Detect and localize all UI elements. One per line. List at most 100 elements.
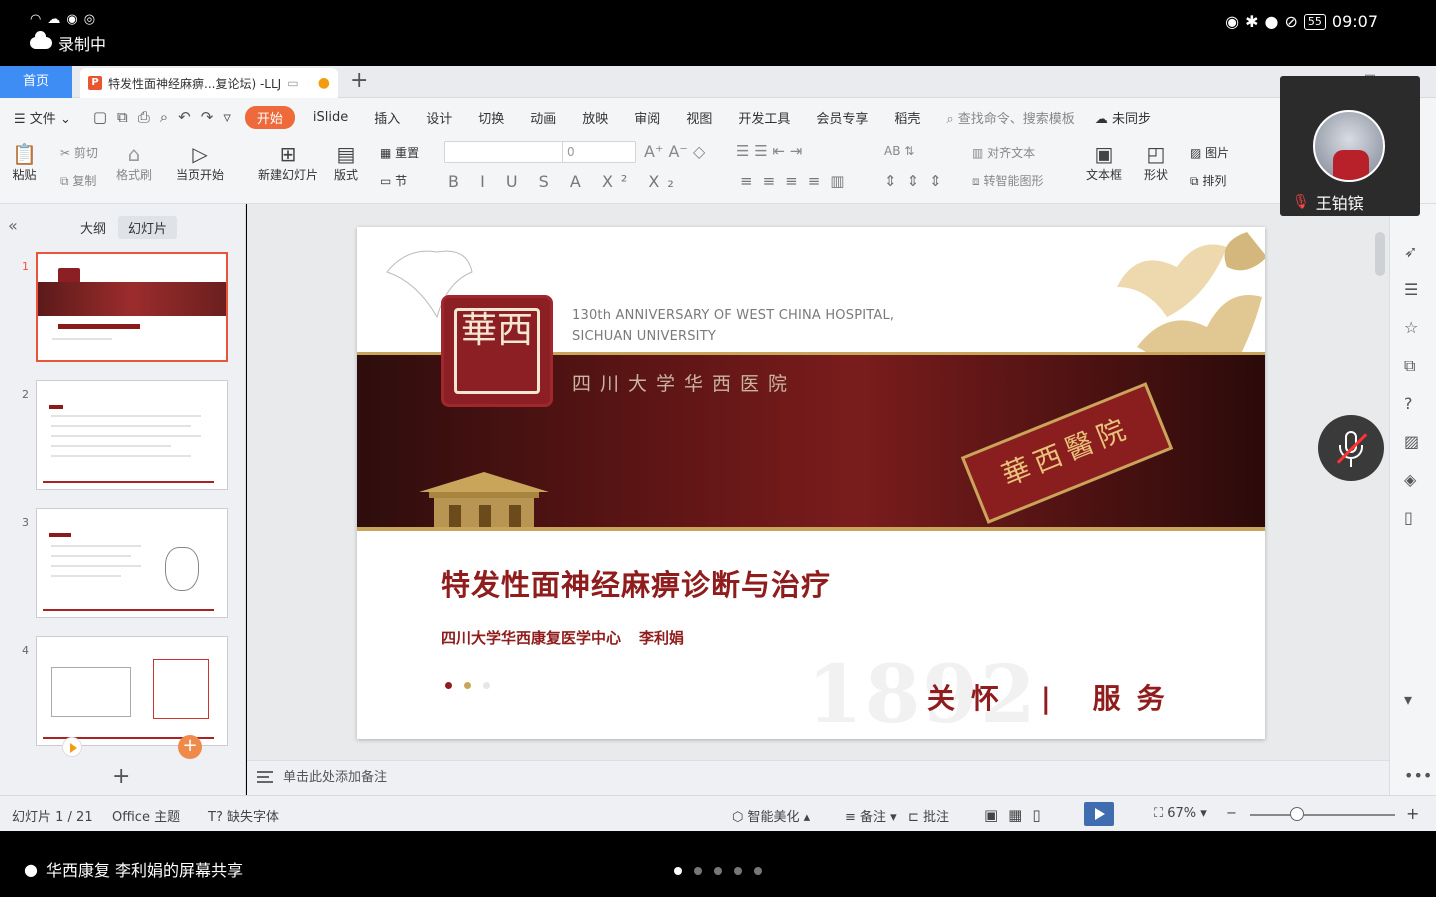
list-icons[interactable]: ☰ ☰ ⇤ ⇥ — [736, 142, 802, 160]
new-slide-icon: ⊞ — [279, 142, 297, 166]
more-icon[interactable]: ▿ — [223, 108, 231, 126]
format-painter-button[interactable]: ⌂ 格式刷 — [116, 142, 152, 183]
collapse-panel-icon[interactable]: « — [8, 216, 18, 235]
help-icon[interactable]: ? — [1404, 394, 1413, 413]
slideshow-play-button[interactable] — [1084, 802, 1114, 826]
notes-area[interactable]: 单击此处添加备注 — [247, 760, 1389, 795]
tab-home[interactable]: 首页 — [0, 66, 72, 98]
menu-member[interactable]: 会员专享 — [816, 108, 868, 127]
menu-view[interactable]: 视图 — [686, 108, 712, 127]
copy-button[interactable]: ⧉ 复制 — [60, 172, 96, 189]
view-mode-buttons[interactable]: ▣▦▯ — [984, 806, 1051, 824]
font-style-buttons[interactable]: B I U S A X² X₂ — [448, 172, 682, 191]
menu-transition[interactable]: 切换 — [478, 108, 504, 127]
notes-toggle-button[interactable]: ≡ 备注 ▾ — [845, 806, 897, 825]
thumbnail-add-button[interactable]: + — [178, 735, 202, 759]
book-icon[interactable]: ▯ — [1404, 508, 1413, 527]
thumb-title-line — [58, 324, 140, 329]
slide-thumbnail-panel: « 大纲 幻灯片 1 2 3 4 + + — [0, 204, 246, 795]
zoom-out-button[interactable]: − — [1226, 806, 1237, 821]
tab-outline[interactable]: 大纲 — [80, 218, 106, 237]
save-icon[interactable]: ▢ — [93, 108, 107, 126]
tab-document[interactable]: P 特发性面神经麻痹...复论坛) -LLJ ▭ ● — [80, 68, 338, 98]
menu-file[interactable]: ☰ 文件 ⌄ — [14, 108, 71, 127]
play-from-current-button[interactable]: ▷ 当页开始 — [176, 142, 224, 183]
menu-islide[interactable]: iSlide — [313, 110, 348, 125]
text-direction-icons[interactable]: AB ⇅ — [884, 144, 914, 158]
editor-status-bar: 幻灯片 1 / 21 Office 主题 T? 缺失字体 ⬡ 智能美化 ▴ ≡ … — [0, 795, 1436, 831]
page-indicator[interactable] — [674, 867, 762, 875]
missing-font-button[interactable]: T? 缺失字体 — [208, 806, 279, 825]
wechat-icon: ◎ — [83, 12, 96, 27]
menu-animation[interactable]: 动画 — [530, 108, 556, 127]
sync-status[interactable]: ☁ 未同步 — [1095, 108, 1151, 127]
participant-name-tag: 🎙 王铂镔 — [1292, 190, 1364, 214]
menu-design[interactable]: 设计 — [426, 108, 452, 127]
copy-slides-icon[interactable]: ⧉ — [1404, 356, 1415, 376]
layout-button[interactable]: ▤ 版式 — [334, 142, 358, 183]
sliders-icon[interactable]: ☰ — [1404, 280, 1418, 299]
textbox-button[interactable]: ▣ 文本框 — [1086, 142, 1122, 183]
theme-name[interactable]: Office 主题 — [112, 806, 180, 825]
more-options-icon[interactable]: ••• — [1404, 766, 1432, 785]
zoom-slider-handle[interactable] — [1290, 807, 1304, 821]
undo-icon[interactable]: ↶ — [178, 108, 191, 126]
arrange-button[interactable]: ⧉ 排列 — [1190, 172, 1226, 189]
new-tab-button[interactable]: + — [350, 68, 368, 93]
shape-button[interactable]: ◰ 形状 — [1144, 142, 1168, 183]
new-slide-button[interactable]: ⊞ 新建幻灯片 — [258, 142, 318, 183]
zoom-in-button[interactable]: + — [1406, 804, 1419, 823]
slide-thumbnail-1[interactable] — [36, 252, 228, 362]
add-slide-button[interactable]: + — [112, 764, 130, 789]
font-size-adjust-icons[interactable]: A⁺ A⁻ ◇ — [644, 142, 705, 161]
reset-button[interactable]: ▦ 重置 — [380, 144, 419, 161]
document-title: 特发性面神经麻痹...复论坛) -LLJ — [108, 76, 282, 91]
slide-thumbnail-4[interactable] — [36, 636, 228, 746]
mute-toggle-button[interactable] — [1318, 415, 1384, 481]
align-text-button[interactable]: ▥ 对齐文本 — [972, 144, 1035, 161]
menu-insert[interactable]: 插入 — [374, 108, 400, 127]
tab-slides[interactable]: 幻灯片 — [118, 216, 178, 239]
picture-button[interactable]: ▨ 图片 — [1190, 144, 1229, 161]
print-icon[interactable]: ⎙ — [138, 108, 150, 126]
paragraph-align-buttons[interactable]: ≡≡≡≡▥ — [740, 172, 854, 190]
menu-developer[interactable]: 开发工具 — [738, 108, 790, 127]
smart-beautify-button[interactable]: ⬡ 智能美化 ▴ — [732, 806, 810, 825]
comment-button[interactable]: ⊏ 批注 — [908, 806, 949, 825]
slide-thumbnail-3[interactable] — [36, 508, 228, 618]
smart-art-button[interactable]: ⧈ 转智能图形 — [972, 172, 1043, 189]
scroll-down-icon[interactable]: ▾ — [1404, 690, 1412, 709]
thumbnail-play-button[interactable] — [62, 737, 82, 757]
thumb-diagram — [51, 667, 131, 717]
slide-thumbnail-2[interactable] — [36, 380, 228, 490]
zoom-slider[interactable] — [1250, 814, 1395, 816]
font-size-select[interactable]: 0 — [562, 141, 636, 163]
command-search[interactable]: ⌕ 查找命令、搜索模板 — [946, 108, 1074, 127]
menu-slideshow[interactable]: 放映 — [582, 108, 608, 127]
slide-title[interactable]: 特发性面神经麻痹诊断与治疗 — [441, 562, 831, 604]
fit-window-button[interactable]: ⛶ 67% ▾ — [1154, 806, 1207, 821]
canvas-scrollbar[interactable] — [1375, 232, 1385, 276]
star-icon[interactable]: ☆ — [1404, 318, 1418, 337]
menu-start[interactable]: 开始 — [244, 105, 295, 129]
menu-review[interactable]: 审阅 — [634, 108, 660, 127]
section-label: 节 — [395, 174, 408, 188]
pavilion-illustration — [419, 472, 549, 527]
print-preview-icon[interactable]: ⌕ — [160, 108, 168, 126]
wifi-icon: ◠ — [30, 12, 42, 27]
section-button[interactable]: ▭ 节 — [380, 172, 407, 189]
font-family-select[interactable] — [444, 141, 566, 163]
export-icon[interactable]: ⧉ — [117, 108, 128, 126]
paste-button[interactable]: 📋 粘贴 — [12, 142, 37, 183]
cut-button[interactable]: ✂ 剪切 — [60, 144, 98, 161]
participant-video-card[interactable]: 🎙 王铂镔 — [1280, 76, 1420, 216]
current-slide[interactable]: 華西醫院 華西 130th ANNIVERSARY OF WEST CHINA … — [357, 227, 1265, 739]
redo-icon[interactable]: ↷ — [201, 108, 214, 126]
image-tool-icon[interactable]: ▨ — [1404, 432, 1419, 451]
compass-icon[interactable]: ◈ — [1404, 470, 1416, 489]
home-ribbon: 📋 粘贴 ✂ 剪切 ⧉ 复制 ⌂ 格式刷 ▷ 当页开始 ⊞ 新建幻灯片 ▤ 版式… — [0, 136, 1436, 204]
slide-subtitle[interactable]: 四川大学华西康复医学中心 李利娟 — [441, 627, 684, 648]
rocket-icon[interactable]: ➶ — [1404, 242, 1417, 261]
menu-daoke[interactable]: 稻壳 — [894, 108, 920, 127]
line-spacing-buttons[interactable]: ⇕⇕⇕ — [884, 172, 952, 190]
